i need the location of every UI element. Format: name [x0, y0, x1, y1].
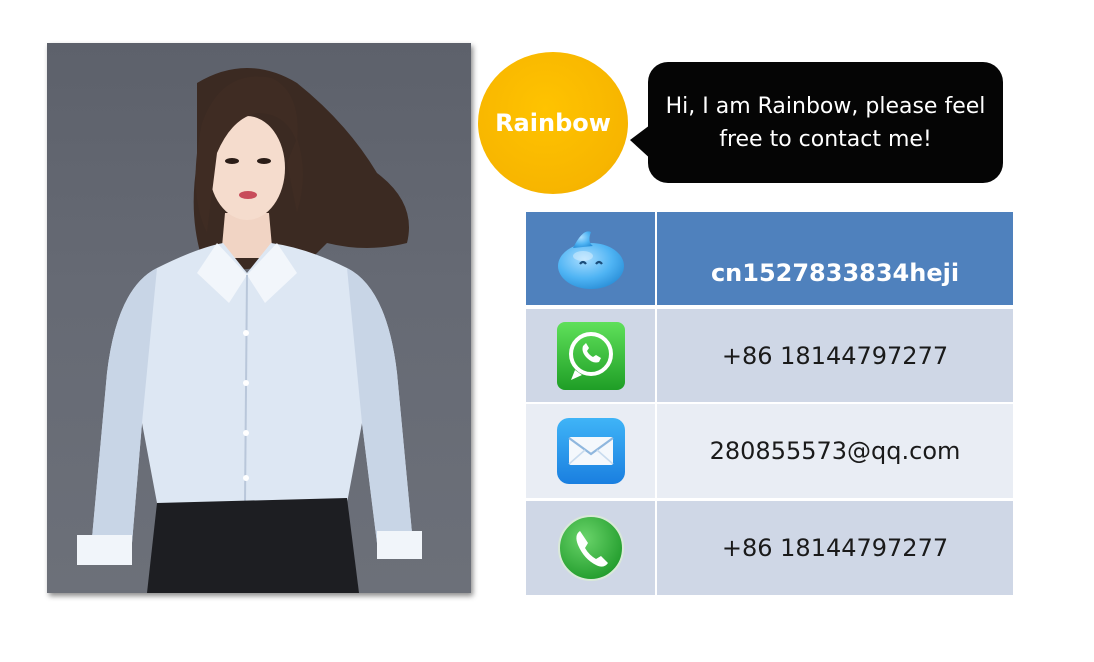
contact-icon-cell [526, 404, 655, 498]
contact-table: cn1527833834heji +86 18144797277 2808555… [526, 212, 1013, 595]
contact-icon-cell [526, 309, 655, 402]
name-badge: Rainbow [478, 52, 628, 194]
email-envelope-icon[interactable] [555, 416, 627, 486]
contact-row-whatsapp: +86 18144797277 [526, 309, 1013, 402]
contact-row-qq: cn1527833834heji [526, 212, 1013, 305]
profile-photo [47, 43, 471, 593]
greeting-bubble: Hi, I am Rainbow, please feel free to co… [648, 62, 1003, 183]
contact-icon-cell [526, 212, 655, 305]
greeting-line-1: Hi, I am Rainbow, please feel [665, 93, 986, 119]
woman-portrait-image [77, 68, 422, 593]
email-address-text: 280855573@qq.com [657, 404, 1013, 498]
name-label: Rainbow [495, 109, 611, 137]
qq-penguin-icon [557, 230, 624, 289]
greeting-line-2: free to contact me! [719, 126, 932, 152]
contact-icon-cell [526, 501, 655, 595]
whatsapp-number-text: +86 18144797277 [657, 309, 1013, 402]
contact-row-phone: +86 18144797277 [526, 501, 1013, 595]
qq-id-text: cn1527833834heji [657, 212, 1013, 305]
whatsapp-icon[interactable] [555, 320, 627, 392]
phone-number-text: +86 18144797277 [657, 501, 1013, 595]
contact-row-email: 280855573@qq.com [526, 404, 1013, 498]
phone-icon[interactable] [556, 513, 626, 583]
